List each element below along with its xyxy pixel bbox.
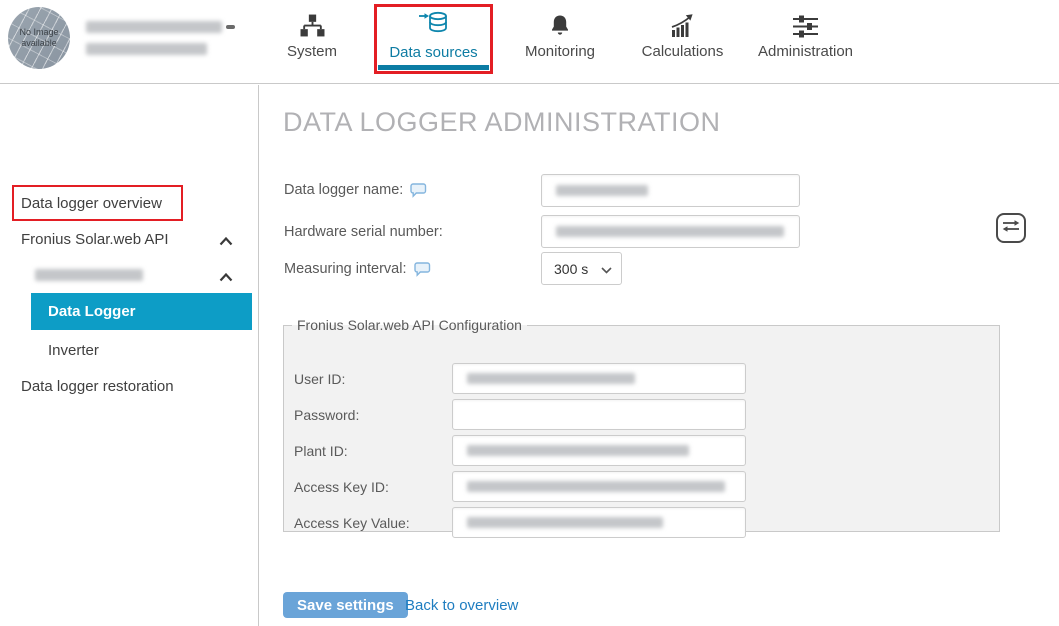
fieldset-legend: Fronius Solar.web API Configuration xyxy=(292,317,527,333)
chart-growth-icon xyxy=(670,10,696,38)
data-logger-name-label: Data logger name: xyxy=(284,182,427,198)
back-to-overview-link[interactable]: Back to overview xyxy=(405,597,518,614)
redacted-value xyxy=(467,373,635,384)
nav-label-system: System xyxy=(287,43,337,60)
data-logger-name-input[interactable] xyxy=(541,174,800,207)
swap-arrows-button[interactable] xyxy=(996,213,1026,243)
tooltip-icon[interactable] xyxy=(410,183,427,198)
nav-label-administration: Administration xyxy=(758,43,853,60)
bell-icon xyxy=(548,10,572,38)
sidebar-item-data-logger[interactable]: Data Logger xyxy=(31,293,252,330)
active-tab-underline xyxy=(378,65,489,70)
redacted-value xyxy=(467,481,725,492)
chevron-up-icon[interactable] xyxy=(219,269,233,286)
password-input[interactable] xyxy=(452,399,746,430)
title-dash xyxy=(226,25,235,29)
access-key-id-label: Access Key ID: xyxy=(294,479,389,495)
sidebar-item-inverter[interactable]: Inverter xyxy=(48,342,99,359)
site-title-line2-redacted xyxy=(86,40,235,62)
site-title-line1-redacted xyxy=(86,18,235,40)
sidebar: Data logger overview Fronius Solar.web A… xyxy=(0,85,259,626)
access-key-value-input[interactable] xyxy=(452,507,746,538)
redacted-value xyxy=(467,517,663,528)
measuring-interval-select[interactable]: 300 s xyxy=(541,252,622,285)
site-title-redacted xyxy=(86,18,235,62)
swap-arrows-icon xyxy=(1001,218,1021,239)
access-key-value-label: Access Key Value: xyxy=(294,515,410,531)
nav-tab-system[interactable]: System xyxy=(272,10,352,60)
nav-tab-calculations[interactable]: Calculations xyxy=(635,10,730,60)
avatar: No Image available xyxy=(8,7,70,69)
top-header: No Image available System xyxy=(0,0,1059,84)
sliders-icon xyxy=(792,10,819,38)
avatar-text-line1: No Image xyxy=(19,27,58,38)
sidebar-item-redacted[interactable] xyxy=(35,269,143,281)
nav-tab-data-sources[interactable]: Data sources xyxy=(377,10,490,61)
nav-tab-monitoring[interactable]: Monitoring xyxy=(515,10,605,60)
avatar-text-line2: available xyxy=(21,38,57,49)
plant-id-input[interactable] xyxy=(452,435,746,466)
nav-label-monitoring: Monitoring xyxy=(525,43,595,60)
save-settings-button[interactable]: Save settings xyxy=(283,592,408,618)
password-label: Password: xyxy=(294,407,359,423)
access-key-id-input[interactable] xyxy=(452,471,746,502)
chevron-up-icon[interactable] xyxy=(219,233,233,250)
redacted-value xyxy=(556,185,648,196)
redacted-value xyxy=(556,226,784,237)
nav-tab-administration[interactable]: Administration xyxy=(753,10,858,60)
sidebar-item-data-logger-restoration[interactable]: Data logger restoration xyxy=(21,378,174,395)
user-id-label: User ID: xyxy=(294,371,345,387)
measuring-interval-value: 300 s xyxy=(554,261,588,277)
sidebar-item-label: Data Logger xyxy=(48,303,136,320)
chevron-down-icon xyxy=(601,261,612,277)
measuring-interval-label: Measuring interval: xyxy=(284,261,431,277)
database-arrow-icon xyxy=(418,10,449,39)
user-id-input[interactable] xyxy=(452,363,746,394)
nav-label-data-sources: Data sources xyxy=(389,44,477,61)
plant-id-label: Plant ID: xyxy=(294,443,348,459)
org-chart-icon xyxy=(300,10,325,38)
tooltip-icon[interactable] xyxy=(414,262,431,277)
nav-label-calculations: Calculations xyxy=(642,43,724,60)
sidebar-item-data-logger-overview[interactable]: Data logger overview xyxy=(21,195,162,212)
sidebar-item-fronius-solarweb-api[interactable]: Fronius Solar.web API xyxy=(21,231,169,248)
solarweb-api-config-fieldset: Fronius Solar.web API Configuration User… xyxy=(283,317,1000,532)
hardware-serial-input[interactable] xyxy=(541,215,800,248)
page-title: DATA LOGGER ADMINISTRATION xyxy=(283,107,721,138)
redacted-value xyxy=(467,445,689,456)
annotation-box-overview: Data logger overview xyxy=(12,185,183,221)
annotation-box-data-sources: Data sources xyxy=(374,4,493,74)
hardware-serial-label: Hardware serial number: xyxy=(284,224,443,240)
